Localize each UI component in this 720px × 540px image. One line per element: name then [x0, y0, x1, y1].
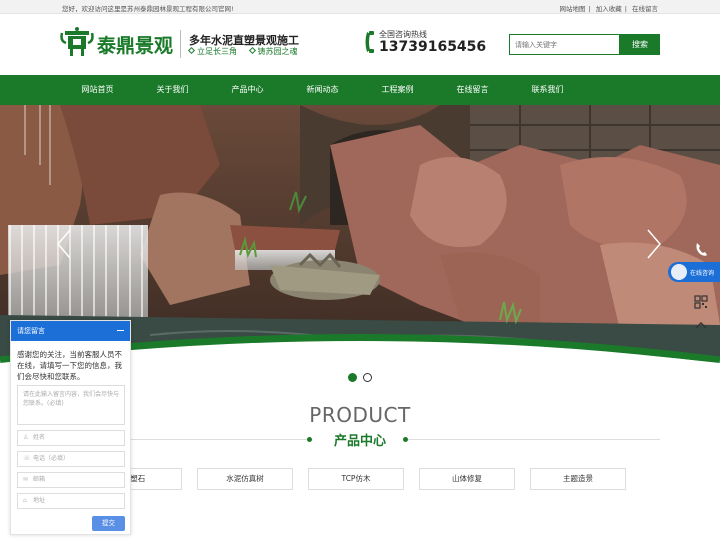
slide-dot-2[interactable]	[363, 373, 372, 382]
nav-about[interactable]: 关于我们	[135, 75, 210, 105]
message-panel: 请您留言 感谢您的关注，当前客服人员不在线，请填写一下您的信息，我们会尽快和您联…	[10, 320, 131, 535]
mail-icon: ✉	[23, 476, 29, 483]
slogan-item: 铸苏园之魂	[257, 47, 298, 56]
diamond-icon	[187, 46, 196, 55]
logo-divider	[180, 30, 181, 58]
category-tab[interactable]: 山体修复	[419, 468, 515, 490]
logo-text[interactable]: 泰鼎景观	[97, 31, 173, 58]
nav-contact[interactable]: 联系我们	[510, 75, 585, 105]
phone-icon	[365, 31, 374, 53]
phone-small-icon: ☏	[23, 455, 31, 462]
online-message-link[interactable]: 在线留言	[632, 5, 658, 13]
name-field[interactable]: ♙ 姓名	[17, 430, 125, 446]
top-bar: 您好，欢迎访问这里是苏州泰鼎园林景观工程有限公司官网! 网站地图 | 加入收藏 | …	[0, 0, 720, 14]
header: 泰鼎景观 多年水泥直塑景观施工 立足长三角 铸苏园之魂 全国咨询热线 13739…	[0, 14, 720, 75]
main-nav: 网站首页 关于我们 产品中心 新闻动态 工程案例 在线留言 联系我们	[0, 75, 720, 105]
nav-cases[interactable]: 工程案例	[360, 75, 435, 105]
message-panel-header: 请您留言	[11, 321, 130, 341]
slogan-item: 立足长三角	[197, 47, 237, 56]
nav-products[interactable]: 产品中心	[210, 75, 285, 105]
message-panel-title: 请您留言	[17, 327, 45, 335]
category-tab[interactable]: 主题造景	[530, 468, 626, 490]
online-consult-label: 在线咨询	[690, 270, 715, 277]
qr-code-icon[interactable]	[688, 290, 714, 314]
category-tab[interactable]: TCP仿木	[308, 468, 404, 490]
email-field[interactable]: ✉ 邮箱	[17, 472, 125, 488]
hotline-number: 13739165456	[379, 39, 487, 55]
logo-icon[interactable]	[60, 27, 94, 57]
online-consult-button[interactable]: 在线咨询	[668, 262, 720, 282]
back-to-top-icon[interactable]	[688, 314, 714, 338]
welcome-text: 您好，欢迎访问这里是苏州泰鼎园林景观工程有限公司官网!	[62, 5, 234, 13]
diamond-icon	[248, 46, 256, 55]
nav-message[interactable]: 在线留言	[435, 75, 510, 105]
slogan-sub: 立足长三角 铸苏园之魂	[187, 46, 298, 57]
top-links: 网站地图 | 加入收藏 | 在线留言	[559, 5, 658, 13]
sitemap-link[interactable]: 网站地图	[559, 5, 585, 13]
slide-next-arrow[interactable]	[646, 229, 662, 259]
nav-home[interactable]: 网站首页	[60, 75, 135, 105]
slide-prev-arrow[interactable]	[56, 229, 72, 259]
address-field[interactable]: ⌂ 地址	[17, 493, 125, 509]
submit-button[interactable]: 提交	[92, 516, 125, 531]
minimize-icon[interactable]	[117, 330, 124, 331]
category-tab[interactable]: 水泥仿真树	[197, 468, 293, 490]
slide-dot-1[interactable]	[348, 373, 357, 382]
nav-news[interactable]: 新闻动态	[285, 75, 360, 105]
phone-field[interactable]: ☏ 电话（必填）	[17, 451, 125, 467]
agent-avatar	[671, 264, 687, 280]
message-textarea[interactable]: 请在此输入留言内容，我们会尽快与您联系。(必填)	[17, 385, 125, 425]
user-icon: ♙	[23, 434, 29, 441]
search-button[interactable]: 搜索	[620, 34, 660, 55]
float-phone-icon[interactable]	[688, 237, 714, 261]
home-icon: ⌂	[23, 497, 27, 504]
message-intro: 感谢您的关注，当前客服人员不在线，请填写一下您的信息，我们会尽快和您联系。	[17, 350, 122, 381]
search-input[interactable]	[509, 34, 620, 55]
add-favorite-link[interactable]: 加入收藏	[596, 5, 622, 13]
